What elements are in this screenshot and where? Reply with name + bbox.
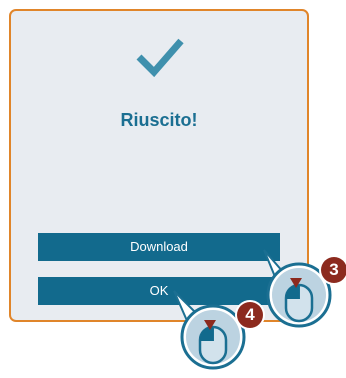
download-button[interactable]: Download [38, 233, 280, 261]
callout-4-pointer [173, 290, 246, 370]
callout-3-badge: 3 [321, 257, 346, 283]
dialog-title: Riuscito! [120, 110, 198, 130]
callout-4-badge: 4 [237, 302, 263, 328]
checkmark-icon [136, 38, 184, 77]
